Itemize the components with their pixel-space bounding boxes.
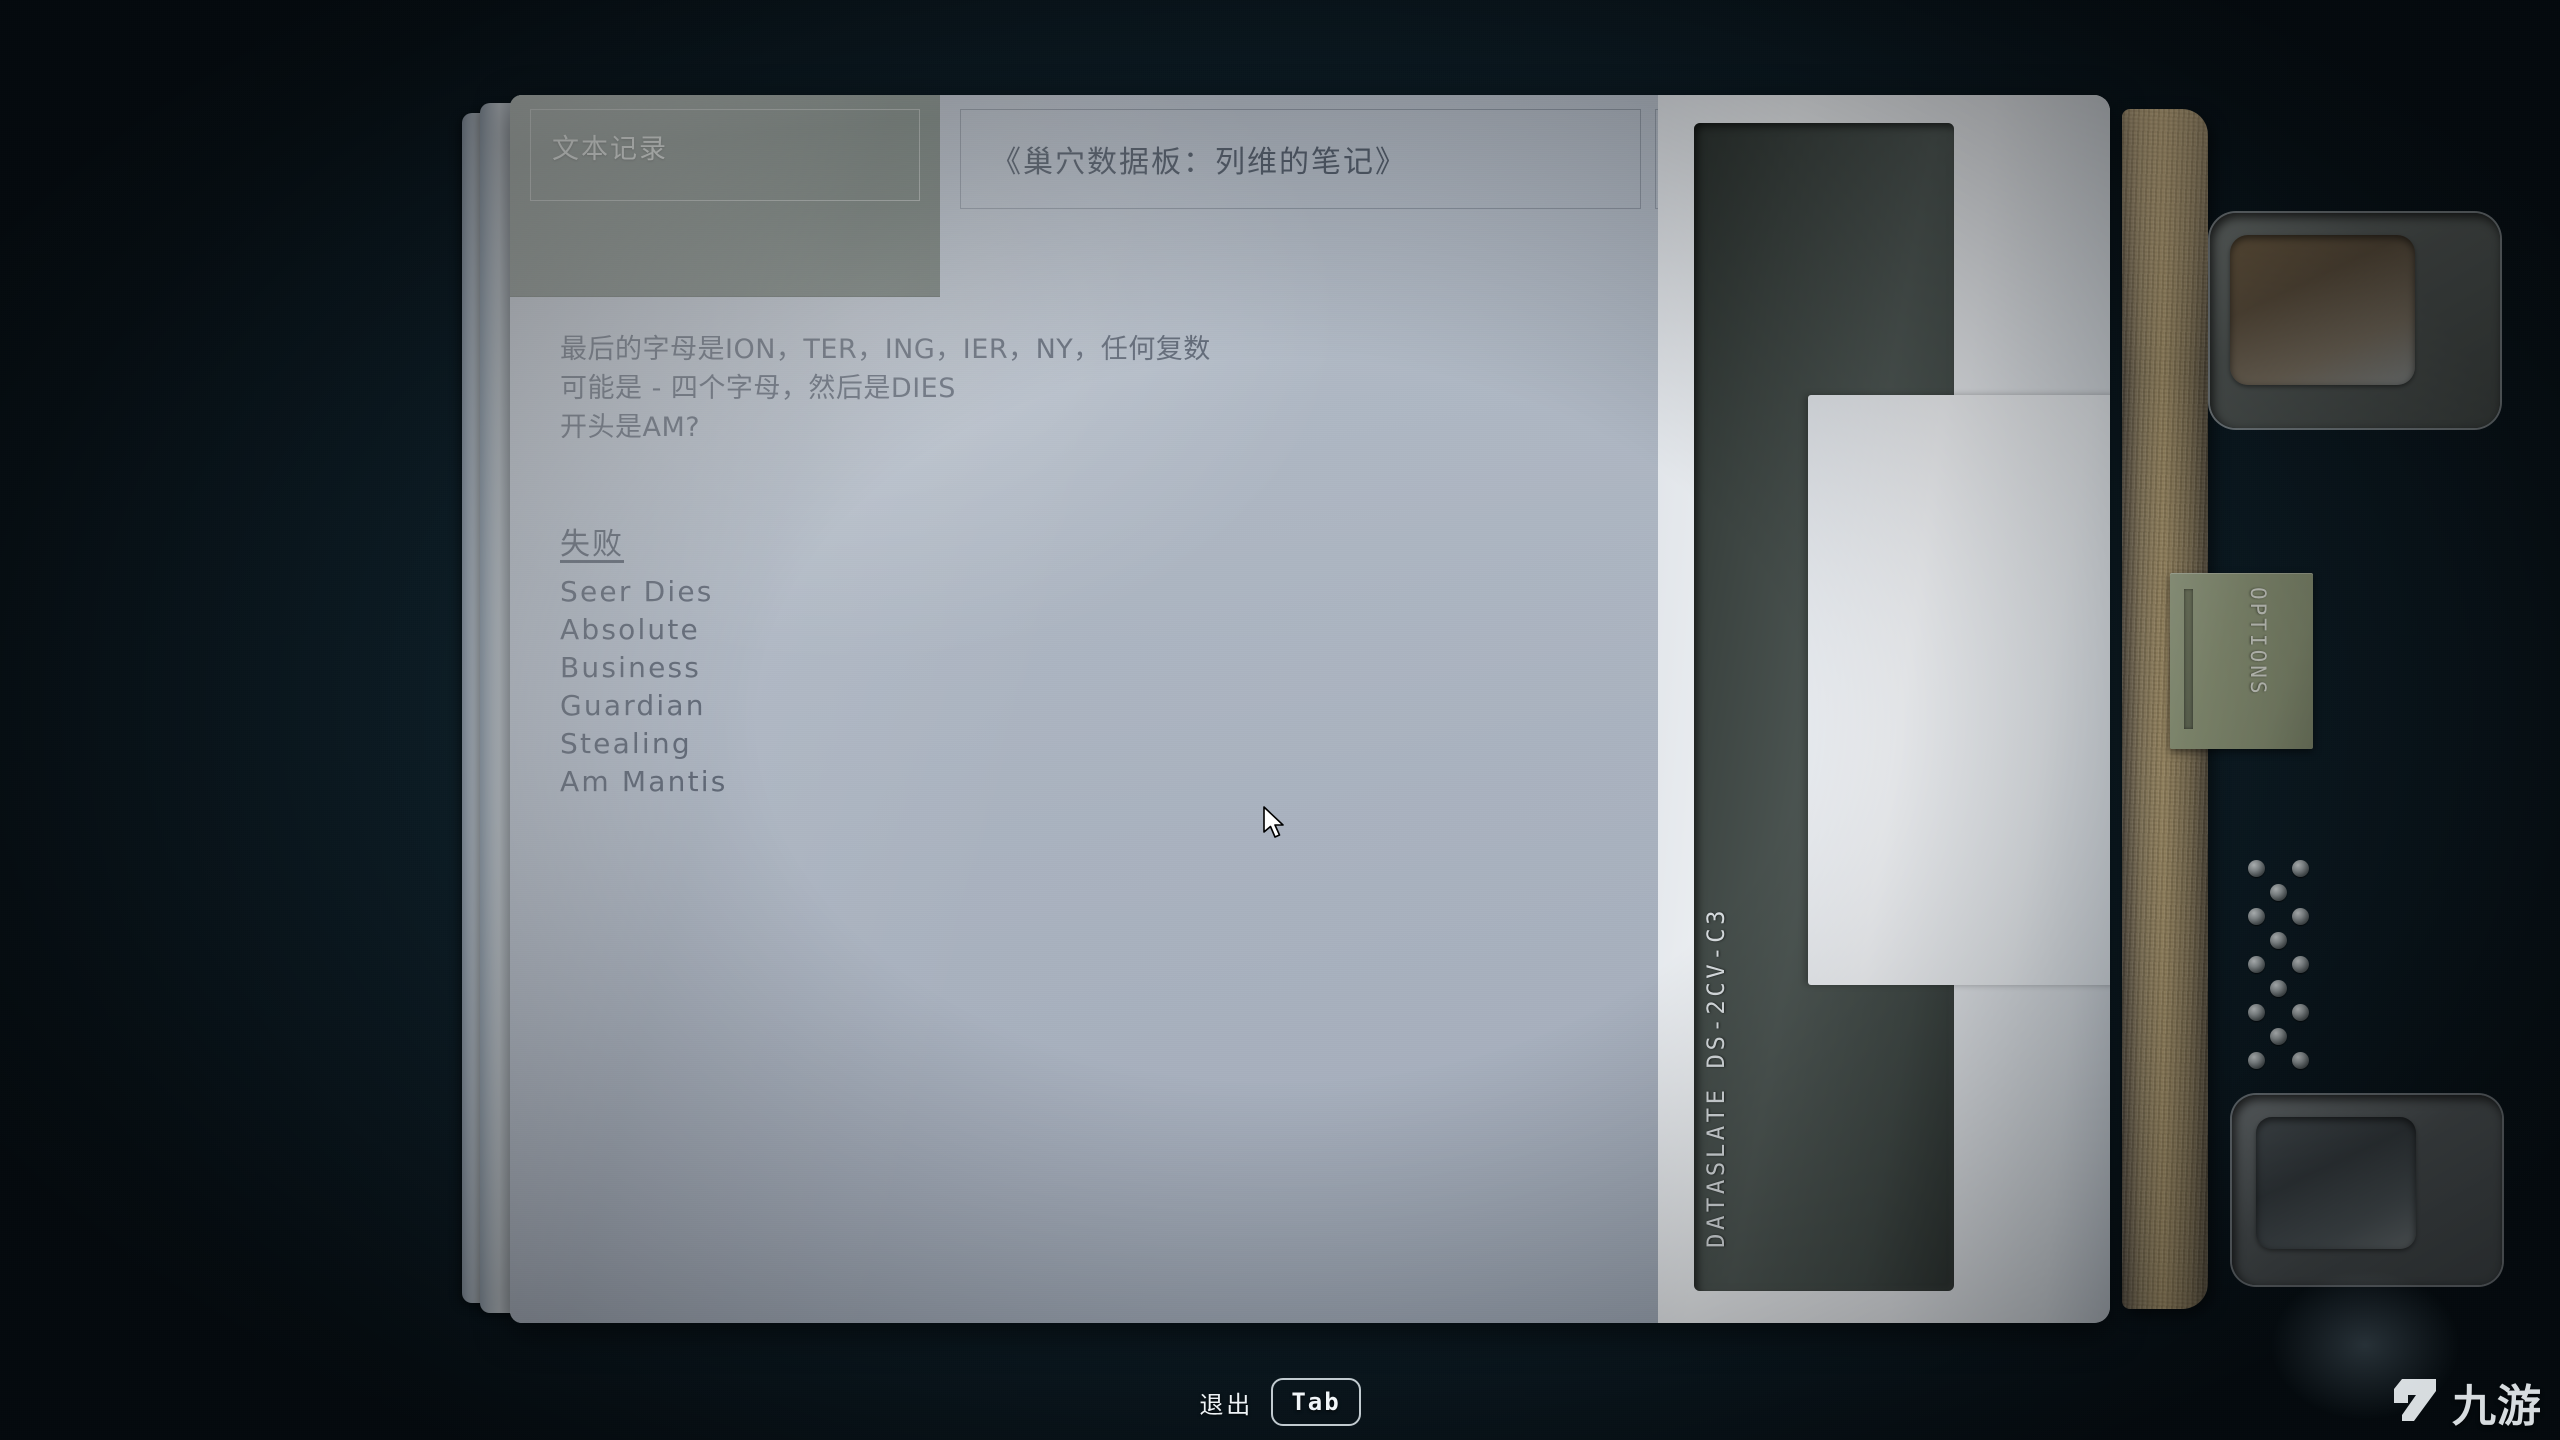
grille-hole bbox=[2248, 860, 2265, 877]
watermark: 九游 bbox=[2392, 1370, 2542, 1434]
grille-hole bbox=[2248, 956, 2265, 973]
options-button-label: OPTIONS bbox=[2246, 587, 2270, 697]
document-title-box: 《巢穴数据板：列维的笔记》 bbox=[960, 109, 1641, 209]
grille-hole bbox=[2248, 1004, 2265, 1021]
options-button-slot bbox=[2184, 589, 2193, 729]
grille-hole bbox=[2292, 956, 2309, 973]
list-item: Business bbox=[560, 651, 702, 684]
grille-hole bbox=[2270, 884, 2287, 901]
model-label: DATASLATE DS-2CV-C3 bbox=[1702, 906, 1730, 1248]
watermark-text: 九游 bbox=[2452, 1381, 2542, 1432]
grille-hole bbox=[2292, 860, 2309, 877]
top-hardware-button[interactable] bbox=[2230, 235, 2415, 385]
grille-hole bbox=[2270, 980, 2287, 997]
document-text-body: 最后的字母是ION，TER，ING，IER，NY，任何复数 可能是 - 四个字母… bbox=[560, 330, 1560, 801]
grille-hole bbox=[2270, 932, 2287, 949]
sidebar-tab-text-record[interactable]: 文本记录 bbox=[510, 95, 940, 297]
hardware-overlay-plate bbox=[1808, 395, 2110, 985]
list-item: Am Mantis bbox=[560, 765, 728, 798]
top-button-well bbox=[2210, 213, 2500, 428]
list-item: Stealing bbox=[560, 727, 692, 760]
note-line-2: 可能是 - 四个字母，然后是DIES bbox=[560, 373, 956, 404]
grille-hole bbox=[2270, 1028, 2287, 1045]
grille-hole bbox=[2292, 1004, 2309, 1021]
grille-hole bbox=[2248, 1052, 2265, 1069]
grille-hole bbox=[2292, 1052, 2309, 1069]
bottom-button-well bbox=[2232, 1095, 2502, 1285]
device-body-shell: 文本记录 《巢穴数据板：列维的笔记》 SW 2.1 最后的字母是ION，TER，… bbox=[510, 95, 2110, 1323]
dataslate-device: 文本记录 《巢穴数据板：列维的笔记》 SW 2.1 最后的字母是ION，TER，… bbox=[462, 95, 2502, 1335]
options-button[interactable]: OPTIONS bbox=[2170, 573, 2313, 749]
hardware-panel: STARWARE DATASLATE DS-2CV-C3 bbox=[1658, 95, 2110, 1323]
page-title: 《巢穴数据板：列维的笔记》 bbox=[991, 145, 1407, 180]
list-item: Absolute bbox=[560, 613, 700, 646]
grille-hole bbox=[2248, 908, 2265, 925]
exit-key-badge[interactable]: Tab bbox=[1271, 1378, 1361, 1426]
exit-prompt[interactable]: 退出 Tab bbox=[0, 1378, 2560, 1426]
speaker-grille bbox=[2248, 860, 2318, 1075]
exit-prompt-label: 退出 bbox=[1199, 1391, 1254, 1419]
list-item: Guardian bbox=[560, 689, 706, 722]
failed-words-list: Seer Dies Absolute Business Guardian Ste… bbox=[560, 573, 1560, 801]
grille-hole bbox=[2292, 908, 2309, 925]
bottom-hardware-button[interactable] bbox=[2256, 1117, 2416, 1249]
sidebar-tab-label: 文本记录 bbox=[552, 134, 668, 164]
note-line-1: 最后的字母是ION，TER，ING，IER，NY，任何复数 bbox=[560, 334, 1211, 365]
document-header: 《巢穴数据板：列维的笔记》 SW 2.1 bbox=[960, 109, 1658, 209]
watermark-logo-icon bbox=[2392, 1377, 2444, 1428]
document-screen: 文本记录 《巢穴数据板：列维的笔记》 SW 2.1 最后的字母是ION，TER，… bbox=[510, 95, 1658, 1323]
note-line-3: 开头是AM? bbox=[560, 412, 701, 443]
list-item: Seer Dies bbox=[560, 575, 714, 608]
failed-attempts-heading: 失败 bbox=[560, 527, 624, 562]
